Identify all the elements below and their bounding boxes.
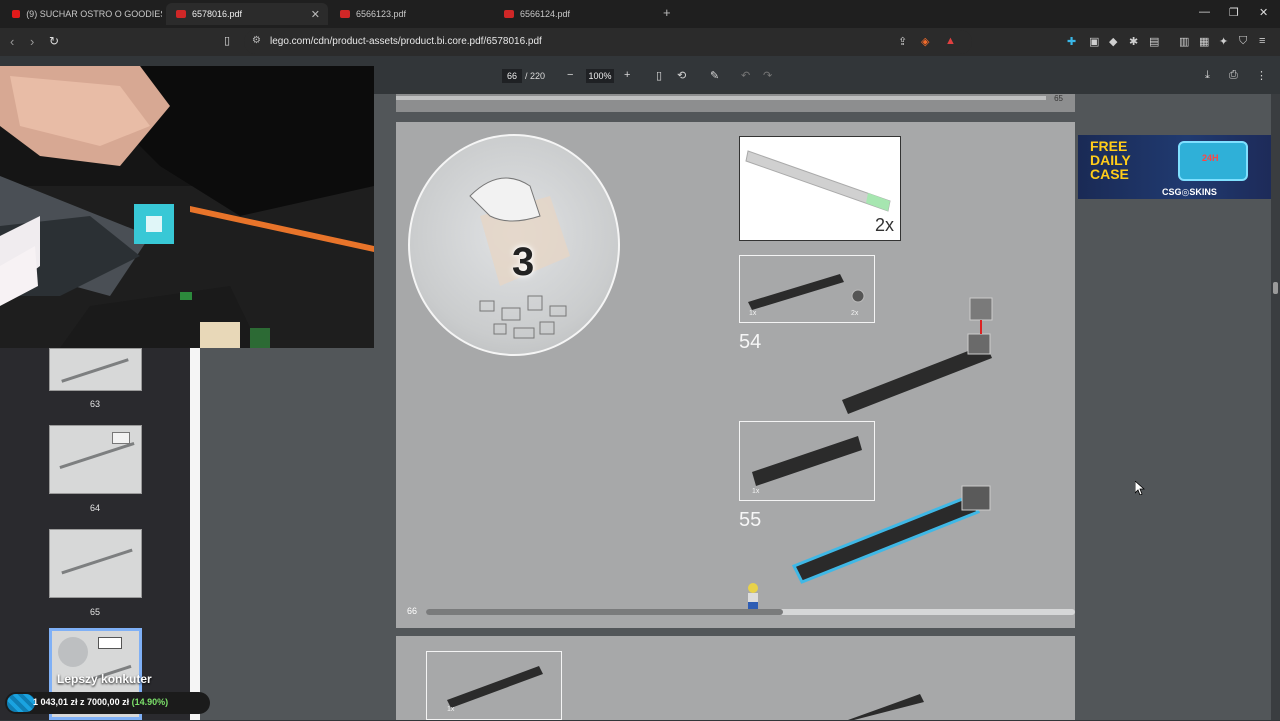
- tab-title: 6566123.pdf: [356, 9, 407, 19]
- tab-title: (9) SUCHAR OSTRO O GOODIESI OD...: [26, 9, 162, 19]
- goal-icon: [7, 694, 35, 712]
- url-text: lego.com/cdn/product-assets/product.bi.c…: [270, 36, 542, 47]
- forward-icon[interactable]: ›: [30, 34, 34, 49]
- rotate-icon[interactable]: ⟲: [677, 69, 686, 82]
- pdf-page-67: 1x: [396, 636, 1075, 720]
- rewards-icon[interactable]: ▲: [945, 35, 956, 47]
- annotate-icon[interactable]: ✎: [710, 69, 719, 82]
- extension-icon[interactable]: ✚: [1067, 35, 1076, 48]
- ad-case-image: 24H: [1178, 141, 1248, 181]
- lego-icon: [340, 10, 350, 18]
- new-tab-icon[interactable]: +: [663, 5, 671, 20]
- reload-icon[interactable]: ↻: [49, 34, 59, 48]
- lego-icon: [504, 10, 514, 18]
- zoom-out-icon[interactable]: −: [567, 69, 573, 81]
- tab-6566123[interactable]: 6566123.pdf: [330, 3, 492, 25]
- share-icon[interactable]: ⇪: [898, 35, 907, 48]
- part-quantity: 1x: [752, 488, 760, 495]
- page-total: / 220: [525, 71, 546, 81]
- part-callout: 2x: [739, 136, 901, 241]
- menu-icon[interactable]: ≡: [1259, 35, 1265, 47]
- wallet-icon[interactable]: ▦: [1199, 35, 1209, 48]
- fit-page-icon[interactable]: ▯: [656, 69, 662, 82]
- donation-goal-title: Lepszy konkuter: [57, 672, 152, 686]
- tab-strip: (9) SUCHAR OSTRO O GOODIESI OD... 657801…: [0, 0, 1280, 28]
- tab-6566124[interactable]: 6566124.pdf: [494, 3, 656, 25]
- goal-amount: 1 043,01 zł z 7000,00 zł: [33, 697, 130, 707]
- bookmark-icon[interactable]: ▯: [224, 34, 230, 47]
- step-number: 55: [739, 509, 762, 531]
- part-quantity: 2x: [874, 215, 894, 235]
- tab-youtube[interactable]: (9) SUCHAR OSTRO O GOODIESI OD...: [2, 3, 162, 25]
- redo-icon[interactable]: ↷: [763, 69, 772, 82]
- site-info-icon[interactable]: ⚙: [252, 35, 261, 46]
- progress-fill: [426, 609, 783, 615]
- tab-title: 6566124.pdf: [520, 9, 571, 19]
- ad-banner[interactable]: FREE DAILY CASE 24H CSG◎SKINS: [1078, 135, 1275, 199]
- download-icon[interactable]: ⤓: [1205, 69, 1210, 82]
- more-options-icon[interactable]: ⋮: [1256, 69, 1267, 82]
- previous-page: 65: [396, 94, 1075, 112]
- step-parts-list: 1x: [426, 651, 562, 720]
- close-window-icon[interactable]: ✕: [1259, 6, 1268, 19]
- page-thumbnail[interactable]: [49, 425, 142, 494]
- scrollbar[interactable]: [1271, 94, 1280, 720]
- page-number: 66: [407, 606, 418, 616]
- extension-icon[interactable]: ◆: [1109, 35, 1117, 48]
- page-number-input[interactable]: 66: [502, 69, 522, 83]
- tab-6578016[interactable]: 6578016.pdf ✕: [166, 3, 328, 25]
- page-number: 65: [1054, 94, 1063, 103]
- back-icon[interactable]: ‹: [10, 34, 14, 49]
- page-thumbnail[interactable]: [49, 529, 142, 598]
- close-tab-icon[interactable]: ✕: [311, 8, 320, 21]
- browser-toolbar: ‹ › ↻ ▯ ⚙ lego.com/cdn/product-assets/pr…: [0, 28, 1280, 56]
- minimize-icon[interactable]: —: [1199, 6, 1210, 18]
- extension-icon[interactable]: ▤: [1149, 35, 1159, 48]
- part-quantity: 1x: [749, 310, 757, 317]
- thumbnail-label: 63: [89, 399, 100, 409]
- pdf-page-66: 3 2x 1x 2x 54 1x 55 66: [396, 122, 1075, 628]
- zoom-input[interactable]: 100%: [586, 69, 614, 83]
- mouse-cursor-icon: [1135, 481, 1145, 495]
- undo-icon[interactable]: ↶: [741, 69, 750, 82]
- donation-goal-bar: 1 043,01 zł z 7000,00 zł (14.90%): [5, 692, 210, 714]
- restore-icon[interactable]: ❐: [1229, 6, 1239, 19]
- print-icon[interactable]: ⎙: [1229, 69, 1238, 82]
- lego-icon: [176, 10, 186, 18]
- page-progress-bar: [426, 609, 1075, 615]
- ad-badge: 24H: [1202, 153, 1219, 163]
- part-quantity: 1x: [447, 706, 455, 713]
- youtube-icon: [12, 10, 21, 18]
- scrollbar-thumb[interactable]: [1273, 282, 1278, 294]
- step-55-model: [791, 485, 991, 584]
- tab-title: 6578016.pdf: [192, 9, 243, 19]
- sidebar-toggle-icon[interactable]: ▥: [1179, 35, 1189, 48]
- page-thumbnail[interactable]: [49, 348, 142, 391]
- step-54-model: [842, 297, 993, 414]
- webcam-overlay: [0, 66, 374, 348]
- thumbnail-label: 65: [89, 607, 100, 617]
- bag-illustration: 3: [408, 134, 620, 356]
- goal-percent: (14.90%): [131, 697, 169, 707]
- thumbnail-label: 64: [89, 503, 100, 513]
- bag-number: 3: [512, 240, 535, 284]
- zoom-in-icon[interactable]: +: [624, 69, 630, 81]
- brave-shield-icon[interactable]: ◈: [921, 35, 929, 48]
- extensions-puzzle-icon[interactable]: ✱: [1129, 35, 1138, 48]
- goal-text: 1 043,01 zł z 7000,00 zł (14.90%): [33, 697, 168, 707]
- extension-icon[interactable]: ▣: [1089, 35, 1099, 48]
- ad-brand: CSG◎SKINS: [1162, 187, 1217, 197]
- leo-ai-icon[interactable]: ✦: [1219, 35, 1228, 48]
- vpn-icon[interactable]: ⛉: [1239, 35, 1247, 48]
- page-progress-bar: [396, 96, 1046, 100]
- ad-headline: FREE DAILY CASE: [1090, 138, 1131, 182]
- step-number: 54: [739, 331, 762, 353]
- next-step-model: [848, 694, 924, 720]
- minifigure-icon: [748, 583, 758, 611]
- address-bar[interactable]: ⚙ lego.com/cdn/product-assets/product.bi…: [244, 30, 972, 54]
